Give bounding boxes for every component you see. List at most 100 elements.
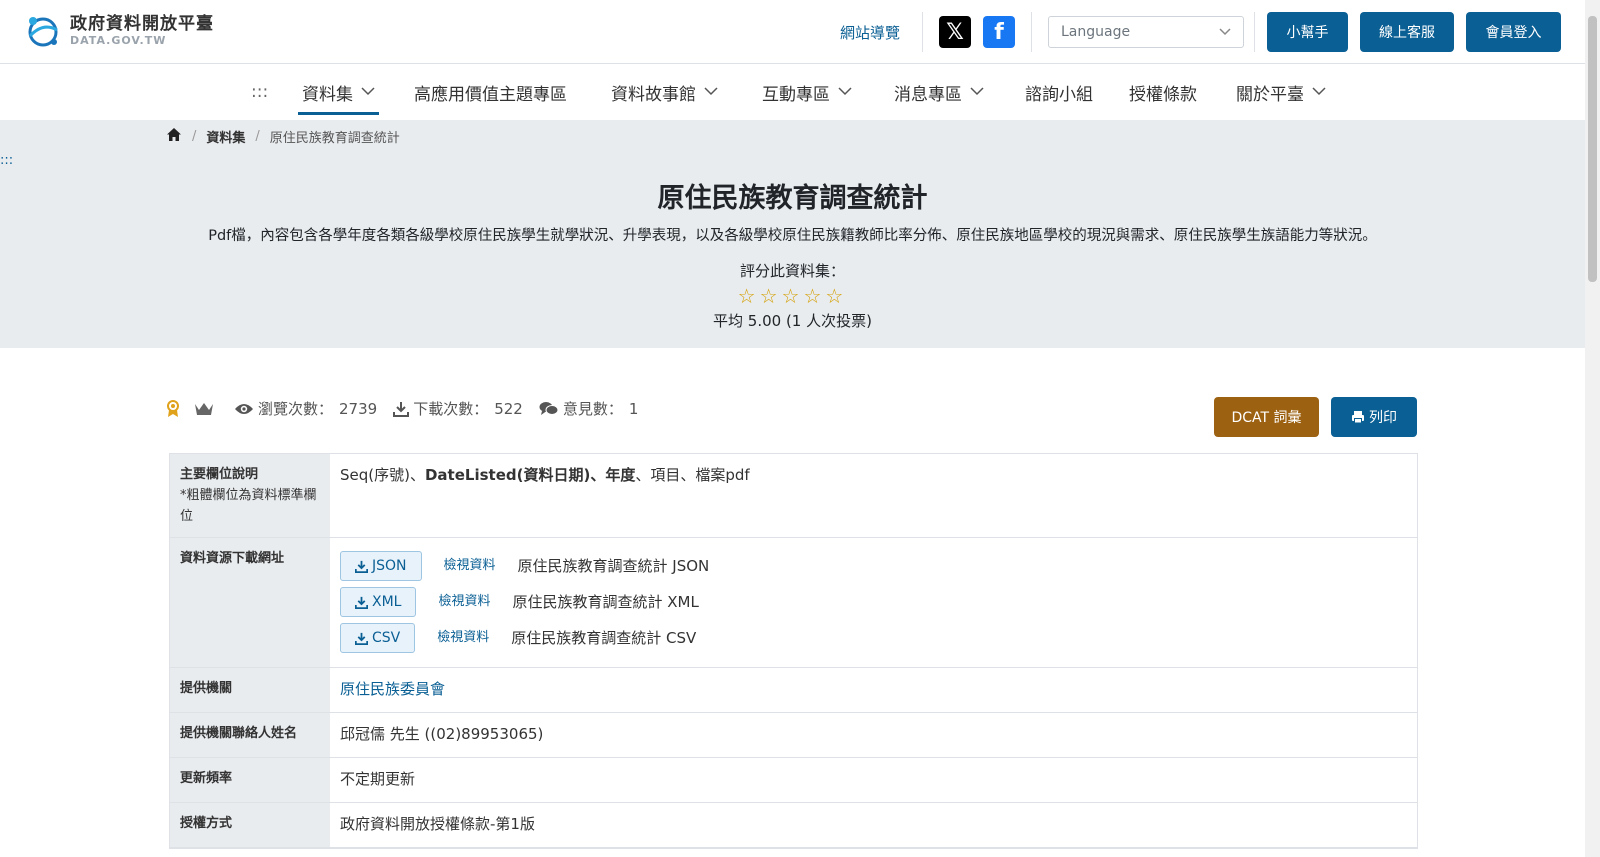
license-value: 政府資料開放授權條款-第1版 bbox=[340, 815, 535, 833]
fields-header-label: 主要欄位說明 bbox=[180, 467, 259, 482]
sitemap-link[interactable]: 網站導覽 bbox=[828, 22, 912, 43]
resource-item: CSV 檢視資料 原住民族教育調查統計 CSV bbox=[340, 620, 1407, 656]
nav-item-label: 授權條款 bbox=[1129, 84, 1197, 105]
facebook-icon[interactable]: f bbox=[983, 16, 1015, 48]
divider bbox=[1254, 12, 1255, 52]
print-button[interactable]: 列印 bbox=[1331, 397, 1417, 437]
nav-item-label: 資料集 bbox=[302, 84, 353, 105]
table-row: 資料資源下載網址 JSON 檢視資料 原住民族教育調查統計 JSON XML 檢… bbox=[170, 538, 1417, 668]
content-access-key[interactable]: ::: bbox=[0, 153, 13, 168]
fields-value: Seq(序號)、DateListed(資料日期)、年度、項目、檔案pdf bbox=[330, 454, 1417, 537]
logo-icon bbox=[24, 12, 62, 50]
comments-label: 意見數： bbox=[562, 400, 623, 418]
nav-item-label: 諮詢小組 bbox=[1025, 84, 1093, 105]
chevron-down-icon bbox=[1219, 24, 1231, 40]
table-row: 授權方式 政府資料開放授權條款-第1版 bbox=[170, 803, 1417, 848]
table-row: 主要欄位說明 *粗體欄位為資料標準欄位 Seq(序號)、DateListed(資… bbox=[170, 454, 1417, 538]
nav-item-interactive[interactable]: 互動專區 bbox=[762, 64, 852, 120]
x-twitter-icon[interactable]: 𝕏 bbox=[939, 16, 971, 48]
view-data-link[interactable]: 檢視資料 bbox=[444, 555, 496, 577]
nav-item-news[interactable]: 消息專區 bbox=[894, 64, 984, 120]
nav-item-high-value[interactable]: 高應用價值主題專區 bbox=[414, 64, 567, 120]
resource-name: 原住民族教育調查統計 JSON bbox=[517, 557, 710, 575]
resource-item: XML 檢視資料 原住民族教育調查統計 XML bbox=[340, 584, 1407, 620]
rating-average: 平均 5.00 (1 人次投票) bbox=[713, 312, 872, 330]
dataset-description: Pdf檔，內容包含各學年度各類各級學校原住民族學生就學狀況、升學表現，以及各級學… bbox=[208, 228, 1377, 244]
resource-format: JSON bbox=[372, 558, 407, 574]
download-xml-button[interactable]: XML bbox=[340, 587, 417, 617]
download-icon bbox=[393, 401, 410, 417]
chevron-down-icon bbox=[1312, 85, 1326, 99]
chevron-down-icon bbox=[838, 85, 852, 99]
chevron-down-icon bbox=[970, 85, 984, 99]
license-header: 授權方式 bbox=[170, 803, 330, 847]
home-icon[interactable] bbox=[166, 127, 182, 146]
resources-header: 資料資源下載網址 bbox=[170, 538, 330, 667]
fields-header: 主要欄位說明 *粗體欄位為資料標準欄位 bbox=[170, 454, 330, 537]
resource-format: CSV bbox=[372, 630, 401, 646]
nav-access-key[interactable]: ::: bbox=[251, 64, 268, 120]
main-nav: ::: 資料集 高應用價值主題專區 資料故事館 互動專區 消息專區 諮詢小組 授… bbox=[0, 64, 1585, 120]
fields-text: 、項目、檔案pdf bbox=[635, 466, 750, 484]
nav-item-license[interactable]: 授權條款 bbox=[1129, 64, 1197, 120]
table-row: 提供機關 原住民族委員會 bbox=[170, 668, 1417, 713]
page-scrollbar[interactable] bbox=[1585, 0, 1600, 857]
nav-item-label: 資料故事館 bbox=[611, 84, 696, 105]
view-data-link[interactable]: 檢視資料 bbox=[438, 591, 490, 613]
resource-item: JSON 檢視資料 原住民族教育調查統計 JSON bbox=[340, 548, 1407, 584]
breadcrumb-datasets[interactable]: 資料集 bbox=[206, 127, 245, 146]
view-data-link[interactable]: 檢視資料 bbox=[437, 627, 489, 649]
language-select[interactable]: Language bbox=[1048, 16, 1244, 48]
nav-item-label: 高應用價值主題專區 bbox=[414, 84, 567, 105]
divider bbox=[1031, 12, 1032, 52]
resource-format: XML bbox=[372, 594, 402, 610]
nav-item-advisory[interactable]: 諮詢小組 bbox=[1025, 64, 1093, 120]
download-icon bbox=[355, 632, 368, 645]
language-select-value: Language bbox=[1061, 24, 1131, 40]
dcat-vocabulary-button[interactable]: DCAT 詞彙 bbox=[1214, 397, 1319, 437]
resources-value: JSON 檢視資料 原住民族教育調查統計 JSON XML 檢視資料 原住民族教… bbox=[330, 538, 1417, 667]
frequency-header: 更新頻率 bbox=[170, 758, 330, 802]
provider-org-link[interactable]: 原住民族委員會 bbox=[340, 680, 445, 698]
downloads-label: 下載次數： bbox=[413, 400, 489, 418]
views-label: 瀏覽次數： bbox=[258, 400, 334, 418]
comments-count: 1 bbox=[628, 399, 639, 418]
dataset-info-table: 主要欄位說明 *粗體欄位為資料標準欄位 Seq(序號)、DateListed(資… bbox=[169, 453, 1418, 849]
helper-button[interactable]: 小幫手 bbox=[1267, 12, 1348, 52]
download-icon bbox=[355, 560, 368, 573]
chevron-down-icon bbox=[361, 85, 375, 99]
nav-item-label: 互動專區 bbox=[762, 84, 830, 105]
nav-item-datasets[interactable]: 資料集 bbox=[298, 64, 379, 120]
comments-icon bbox=[539, 401, 559, 417]
nav-item-stories[interactable]: 資料故事館 bbox=[611, 64, 718, 120]
downloads-count: 522 bbox=[494, 399, 523, 418]
chevron-down-icon bbox=[704, 85, 718, 99]
online-support-button[interactable]: 線上客服 bbox=[1360, 12, 1454, 52]
downloads-stat: 下載次數： 522 bbox=[393, 398, 523, 419]
scrollbar-thumb[interactable] bbox=[1588, 16, 1597, 282]
nav-item-label: 關於平臺 bbox=[1236, 84, 1304, 105]
breadcrumb-current: 原住民族教育調查統計 bbox=[269, 131, 400, 146]
views-stat: 瀏覽次數： 2739 bbox=[234, 398, 377, 419]
breadcrumb-separator: / bbox=[255, 129, 260, 144]
views-count: 2739 bbox=[339, 399, 378, 418]
breadcrumb: / 資料集 / 原住民族教育調查統計 bbox=[166, 127, 400, 146]
rating-stars[interactable]: ☆☆☆☆☆ bbox=[0, 284, 1585, 308]
site-logo[interactable]: 政府資料開放平臺 DATA.GOV.TW bbox=[24, 12, 214, 50]
nav-item-about[interactable]: 關於平臺 bbox=[1236, 64, 1326, 120]
logo-title: 政府資料開放平臺 bbox=[70, 14, 214, 34]
resource-name: 原住民族教育調查統計 XML bbox=[512, 593, 699, 611]
divider bbox=[922, 12, 923, 52]
page-title: 原住民族教育調查統計 bbox=[657, 183, 928, 214]
contact-value: 邱冠儒 先生 ((02)89953065) bbox=[340, 725, 544, 743]
dataset-stats: 瀏覽次數： 2739 下載次數： 522 意見數： 1 bbox=[166, 398, 654, 419]
download-icon bbox=[355, 596, 368, 609]
table-row: 提供機關聯絡人姓名 邱冠儒 先生 ((02)89953065) bbox=[170, 713, 1417, 758]
comments-stat: 意見數： 1 bbox=[539, 398, 639, 419]
contact-header: 提供機關聯絡人姓名 bbox=[170, 713, 330, 757]
login-button[interactable]: 會員登入 bbox=[1466, 12, 1561, 52]
download-json-button[interactable]: JSON bbox=[340, 551, 422, 581]
download-csv-button[interactable]: CSV bbox=[340, 623, 416, 653]
fields-text: Seq(序號)、 bbox=[340, 466, 425, 484]
resource-name: 原住民族教育調查統計 CSV bbox=[511, 629, 697, 647]
